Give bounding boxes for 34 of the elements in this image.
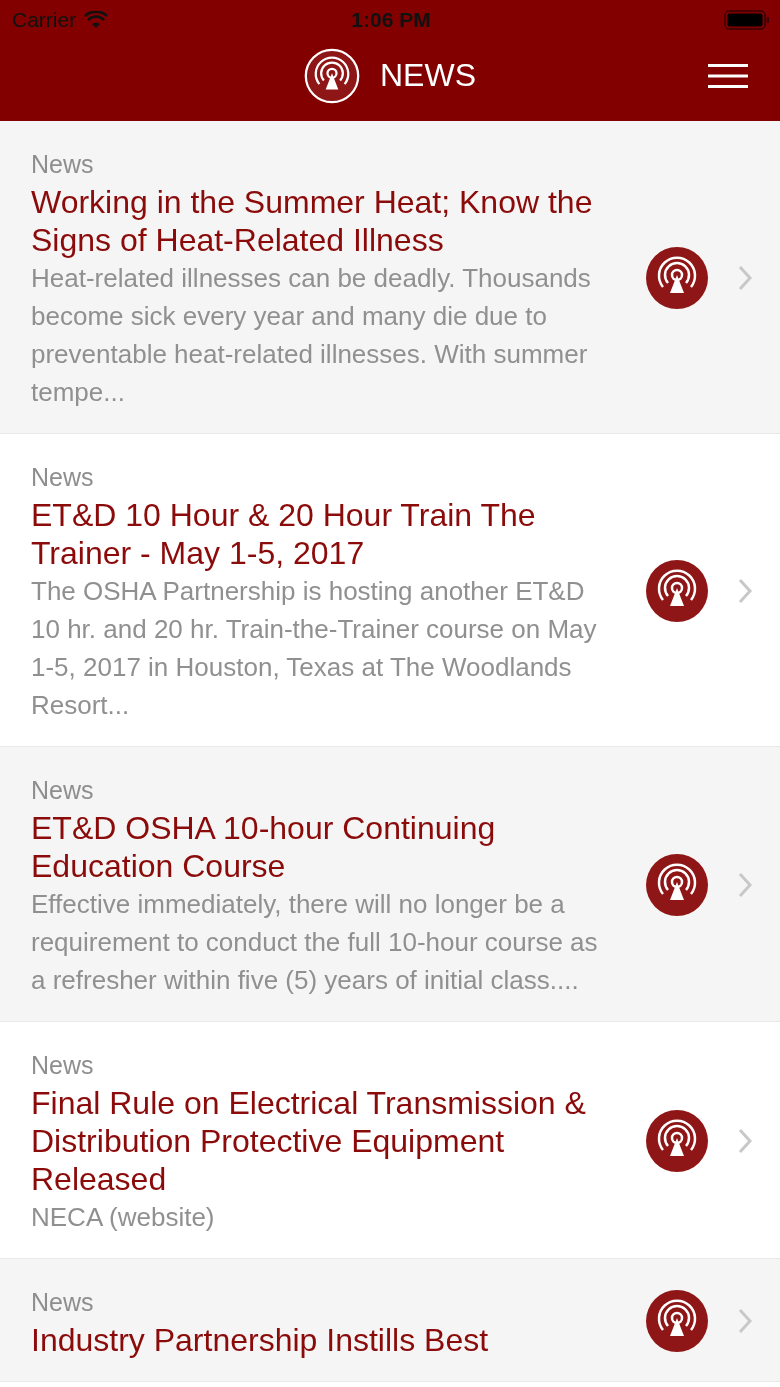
chevron-icon — [738, 1308, 752, 1334]
chevron-icon — [738, 1128, 752, 1154]
category-label: News — [31, 775, 95, 806]
news-title: ET&D 10 Hour & 20 Hour Train The Trainer - May 1-5, 2017 — [31, 496, 537, 572]
news-item[interactable] — [0, 747, 780, 1022]
menu-icon[interactable] — [708, 64, 748, 88]
news-item[interactable] — [0, 121, 780, 434]
news-title: ET&D OSHA 10-hour Continuing Education Course — [31, 809, 497, 885]
category-label: News — [31, 462, 95, 493]
news-summary: Heat-related illnesses can be deadly. Thousands become sick every year and many die due to preventable heat-related illnesses. With summer tempe... — [31, 262, 592, 409]
news-summary: The OSHA Partnership is hosting another ET&D 10 hr. and 20 hr. Train-the-Trainer course on May 1-5, 2017 in Houston, Texas at The Woodlands Resort... — [31, 575, 598, 722]
wifi-icon — [84, 11, 109, 29]
chevron-icon — [738, 872, 752, 898]
news-title: Working in the Summer Heat; Know the Signs of Heat-Related Illness — [31, 183, 594, 259]
news-item[interactable]: News Industry Partnership Instills Best — [0, 1259, 780, 1382]
chevron-icon — [738, 265, 752, 291]
news-title: Final Rule on Electrical Transmission & Distribution Protective Equipment Released — [31, 1084, 587, 1198]
clock-time: 1:06 PM — [351, 8, 431, 32]
battery-icon — [724, 10, 770, 30]
broadcast-icon — [304, 47, 360, 104]
broadcast-icon — [646, 854, 708, 916]
broadcast-icon — [646, 1110, 708, 1172]
chevron-icon — [738, 578, 752, 604]
news-summary: Effective immediately, there will no longer be a requirement to conduct the full 10-hour course as a refresher within five (5) years of initial class.... — [31, 888, 599, 997]
carrier-label: Carrier — [12, 8, 77, 32]
category-label: News — [31, 1050, 95, 1081]
category-label: News — [31, 1287, 95, 1318]
page-title: NEWS — [380, 57, 476, 94]
news-summary: NECA (website) — [31, 1201, 216, 1234]
news-title: Industry Partnership Instills Best — [31, 1321, 490, 1359]
category-label: News — [31, 149, 95, 180]
broadcast-icon — [646, 1290, 708, 1352]
broadcast-icon — [646, 247, 708, 309]
broadcast-icon — [646, 560, 708, 622]
